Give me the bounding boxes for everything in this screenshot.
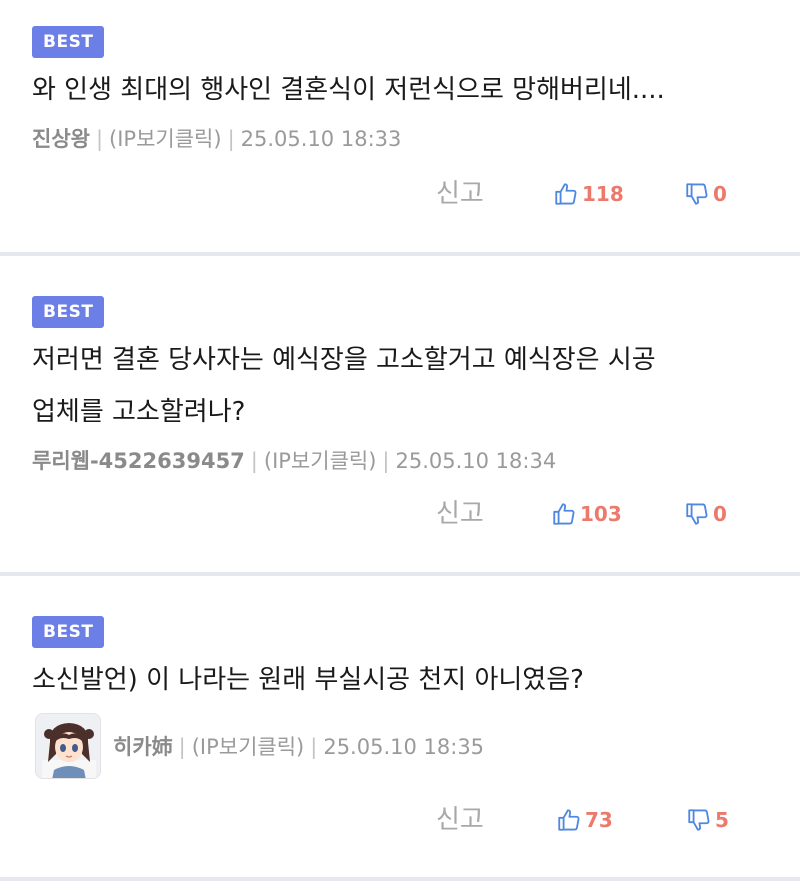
meta-divider: |	[250, 449, 258, 473]
comment-meta: 진상왕 | (IP보기클릭) | 25.05.10 18:33	[32, 124, 401, 154]
comment-text-line: 업체를 고소할려나?	[32, 397, 246, 427]
avatar[interactable]	[35, 713, 101, 779]
comment-item: BEST 저러면 결혼 당사자는 예식장을 고소할거고 예식장은 시공 업체를 …	[0, 256, 800, 572]
timestamp: 25.05.10 18:35	[323, 735, 485, 759]
downvote-button[interactable]: 0	[684, 496, 727, 532]
thumbs-down-icon	[686, 807, 712, 833]
comment-item: BEST 소신발언) 이 나라는 원래 부실시공 천지 아니였음? 히카姉 | (I…	[0, 576, 800, 877]
comment-meta: 히카姉 | (IP보기클릭) | 25.05.10 18:35	[113, 732, 484, 762]
thumbs-down-icon	[684, 501, 710, 527]
comment-text: 소신발언) 이 나라는 원래 부실시공 천지 아니였음?	[32, 665, 584, 695]
comment-text-line: 저러면 결혼 당사자는 예식장을 고소할거고 예식장은 시공	[32, 345, 656, 375]
comment-meta: 루리웹-4522639457 | (IP보기클릭) | 25.05.10 18:34	[32, 446, 556, 476]
thumbs-up-icon	[556, 807, 582, 833]
comment-text: 와 인생 최대의 행사인 결혼식이 저런식으로 망해버리네....	[32, 75, 665, 105]
comment-separator	[0, 877, 800, 881]
upvote-count: 118	[582, 182, 624, 206]
author-name[interactable]: 히카姉	[113, 735, 173, 759]
upvote-count: 103	[580, 502, 622, 526]
timestamp: 25.05.10 18:34	[395, 449, 557, 473]
upvote-button[interactable]: 73	[556, 802, 613, 838]
ip-view-link[interactable]: (IP보기클릭)	[264, 449, 377, 473]
downvote-button[interactable]: 5	[686, 802, 729, 838]
upvote-button[interactable]: 103	[551, 496, 622, 532]
upvote-button[interactable]: 118	[553, 176, 624, 212]
thumbs-up-icon	[553, 181, 579, 207]
downvote-count: 0	[713, 502, 727, 526]
timestamp: 25.05.10 18:33	[240, 127, 402, 151]
thumbs-up-icon	[551, 501, 577, 527]
report-button[interactable]: 신고	[436, 802, 484, 838]
upvote-count: 73	[585, 808, 613, 832]
best-badge: BEST	[32, 296, 105, 328]
downvote-button[interactable]: 0	[684, 176, 727, 212]
ip-view-link[interactable]: (IP보기클릭)	[192, 735, 305, 759]
report-button[interactable]: 신고	[436, 176, 484, 212]
comment-item: BEST 와 인생 최대의 행사인 결혼식이 저런식으로 망해버리네.... 진…	[0, 0, 800, 252]
report-button[interactable]: 신고	[436, 496, 484, 532]
downvote-count: 0	[713, 182, 727, 206]
meta-divider: |	[178, 735, 186, 759]
thumbs-down-icon	[684, 181, 710, 207]
best-badge: BEST	[32, 26, 105, 58]
downvote-count: 5	[715, 808, 729, 832]
meta-divider: |	[310, 735, 318, 759]
meta-divider: |	[227, 127, 235, 151]
author-name[interactable]: 루리웹-4522639457	[32, 449, 245, 473]
ip-view-link[interactable]: (IP보기클릭)	[109, 127, 222, 151]
author-name[interactable]: 진상왕	[32, 127, 90, 151]
comment-text: 저러면 결혼 당사자는 예식장을 고소할거고 예식장은 시공 업체를 고소할려나…	[32, 334, 772, 438]
meta-divider: |	[95, 127, 104, 151]
best-badge: BEST	[32, 616, 105, 648]
meta-divider: |	[382, 449, 390, 473]
